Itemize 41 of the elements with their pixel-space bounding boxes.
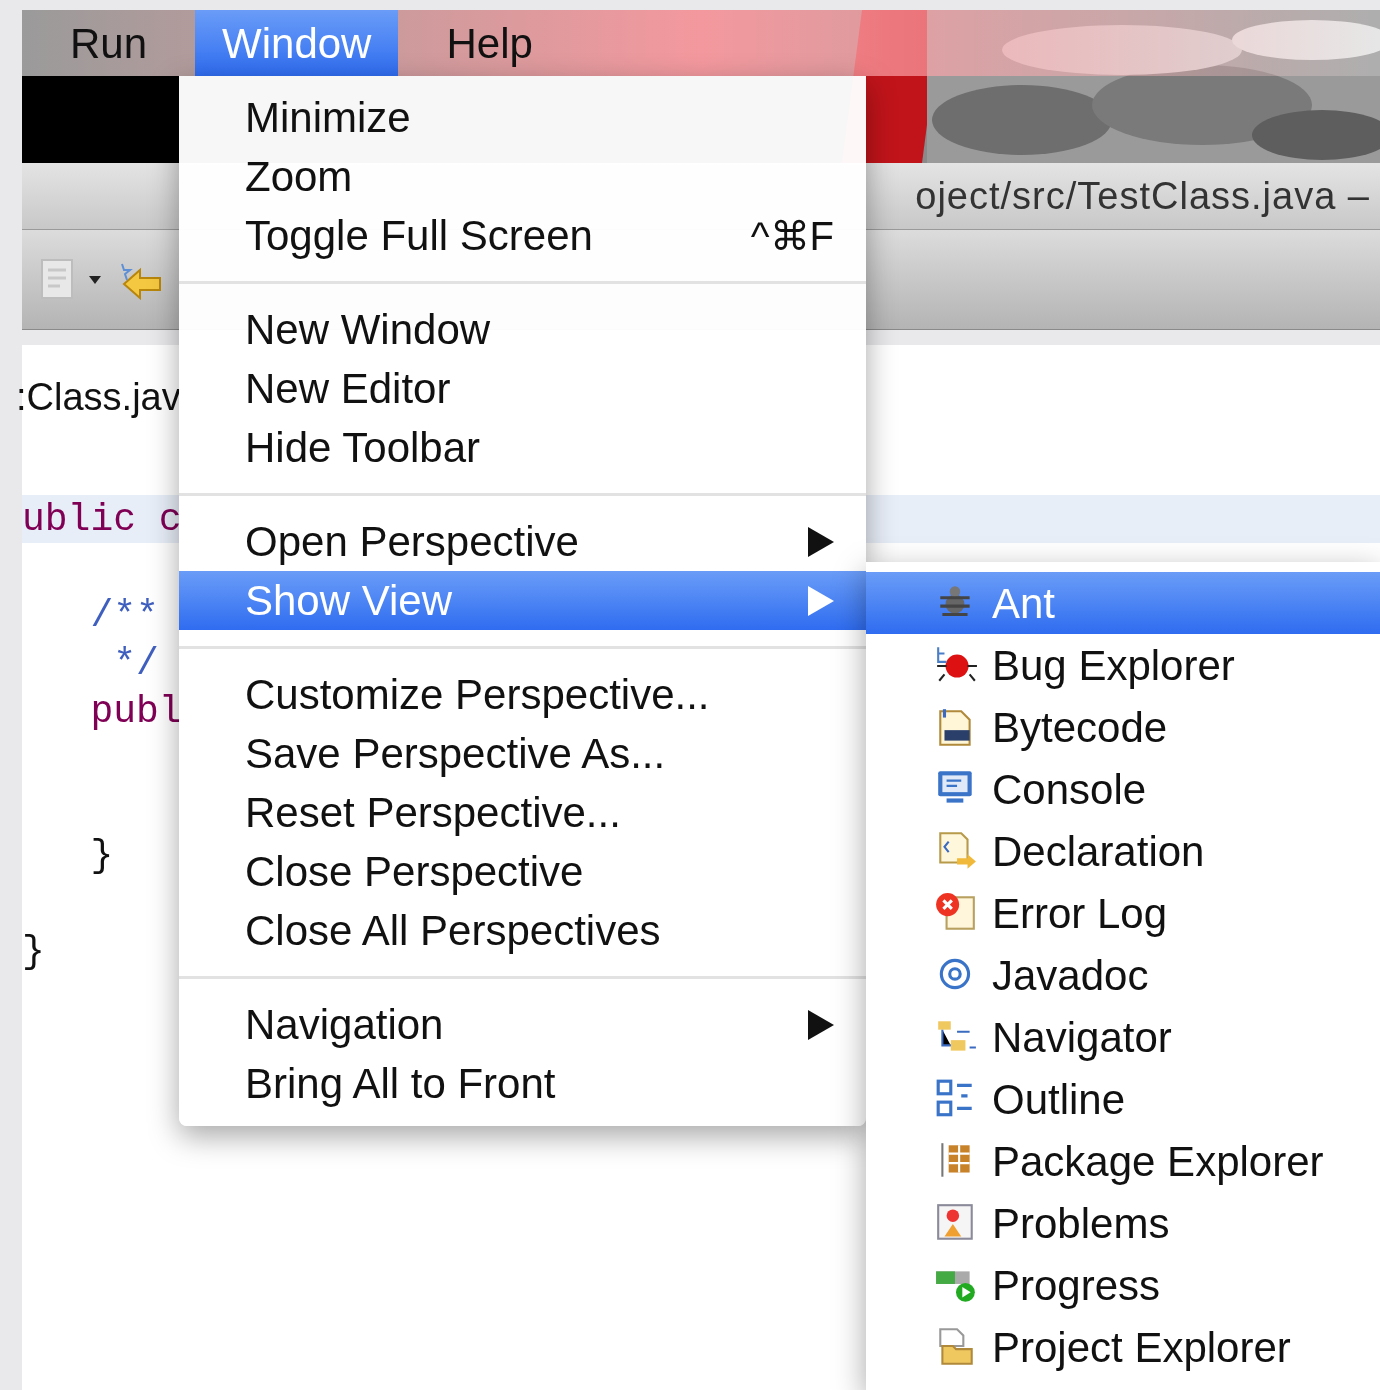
- submenu-item[interactable]: Console: [866, 758, 1380, 820]
- submenu-item[interactable]: Error Log: [866, 882, 1380, 944]
- code-line: /**: [89, 592, 159, 639]
- submenu-item[interactable]: Navigator: [866, 1006, 1380, 1068]
- menu-item[interactable]: New Window: [179, 300, 866, 359]
- menu-item[interactable]: Bring All to Front: [179, 1054, 866, 1113]
- submenu-item[interactable]: Bug Explorer: [866, 634, 1380, 696]
- submenu-item[interactable]: Ant: [866, 572, 1380, 634]
- menu-item[interactable]: Close All Perspectives: [179, 901, 866, 960]
- menu-item[interactable]: Close Perspective: [179, 842, 866, 901]
- submenu-item[interactable]: Outline: [866, 1068, 1380, 1130]
- submenu-item[interactable]: Declaration: [866, 820, 1380, 882]
- code-line: */: [112, 640, 159, 687]
- menu-bar-item[interactable]: Run: [22, 10, 196, 76]
- code-line: ublic c: [22, 496, 182, 543]
- menu-item[interactable]: Zoom: [179, 147, 866, 206]
- code-line: }: [22, 928, 45, 975]
- menu-item[interactable]: Navigation: [179, 995, 866, 1054]
- editor-tab[interactable]: :Class.jav: [16, 369, 181, 426]
- menu-bar-item[interactable]: Window: [195, 10, 399, 76]
- code-line: publ: [89, 688, 182, 735]
- submenu-item[interactable]: Bytecode: [866, 696, 1380, 758]
- submenu-item[interactable]: Progress: [866, 1254, 1380, 1316]
- dropdown-caret-icon[interactable]: [88, 274, 102, 285]
- menu-item[interactable]: Save Perspective As...: [179, 724, 866, 783]
- submenu-item[interactable]: Problems: [866, 1192, 1380, 1254]
- menu-item[interactable]: Minimize: [179, 88, 866, 147]
- code-line: }: [89, 832, 114, 879]
- submenu-item[interactable]: Javadoc: [866, 944, 1380, 1006]
- submenu-item[interactable]: Package Explorer: [866, 1130, 1380, 1192]
- shortcut-label: ^⌘F: [750, 212, 834, 260]
- menu-item[interactable]: Hide Toolbar: [179, 418, 866, 477]
- menu-item[interactable]: Customize Perspective...: [179, 665, 866, 724]
- menu-item[interactable]: Open Perspective: [179, 512, 866, 571]
- window-title: oject/src/TestClass.java –: [915, 173, 1370, 219]
- menu-item[interactable]: Reset Perspective...: [179, 783, 866, 842]
- menu-item[interactable]: New Editor: [179, 359, 866, 418]
- menu-item[interactable]: Show View: [179, 571, 866, 630]
- submenu-item[interactable]: Project Explorer: [866, 1316, 1380, 1378]
- menu-bar-item[interactable]: Help: [398, 10, 581, 76]
- menu-item[interactable]: Toggle Full Screen ^⌘F: [179, 206, 866, 265]
